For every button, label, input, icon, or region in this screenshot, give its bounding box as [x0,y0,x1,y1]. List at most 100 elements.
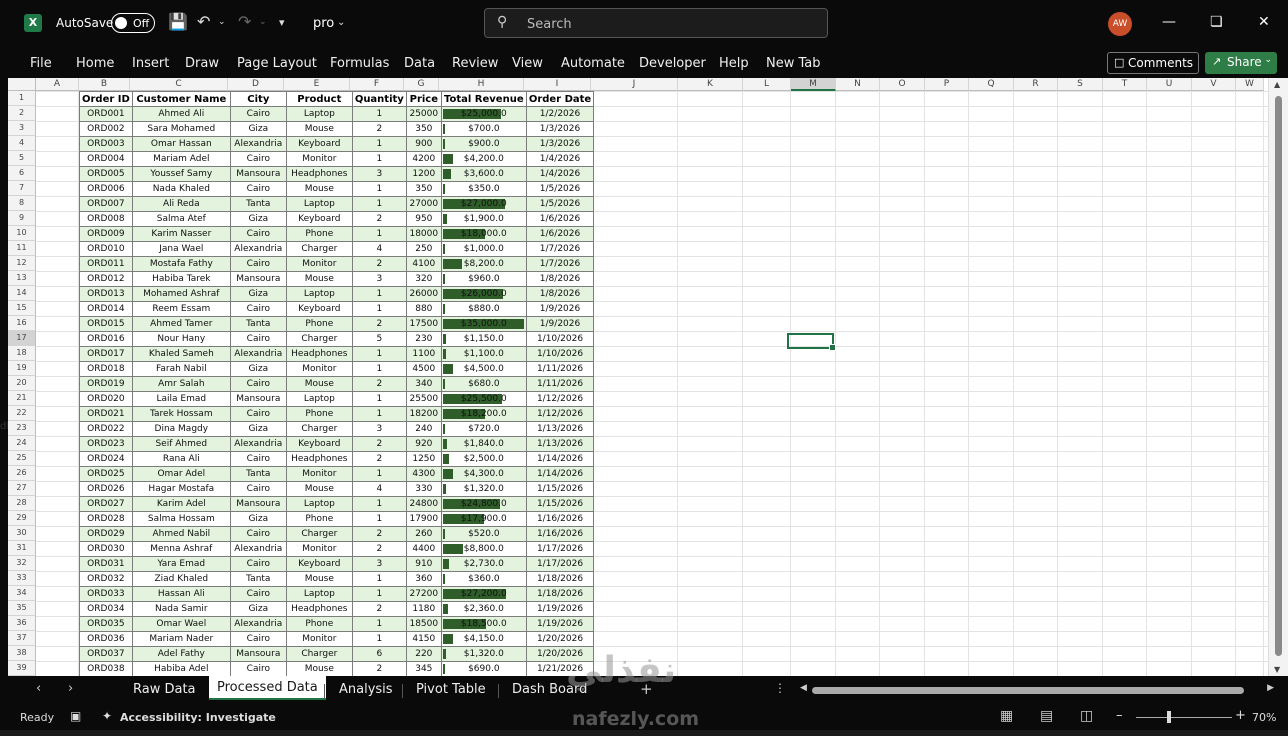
cell-order-id[interactable]: ORD022 [79,421,133,437]
cell-price[interactable]: 330 [405,481,442,497]
active-cell-m17[interactable] [787,333,836,351]
cell-quantity[interactable]: 1 [351,136,407,152]
cell-product[interactable]: Phone [285,226,353,242]
cell-product[interactable]: Charger [285,331,353,347]
cell-product[interactable]: Keyboard [285,436,353,452]
cell-product[interactable]: Laptop [285,106,353,122]
cell-quantity[interactable]: 1 [351,151,407,167]
cell-city[interactable]: Mansoura [229,271,287,287]
cell-quantity[interactable]: 4 [351,481,407,497]
cell-total-revenue[interactable]: $18,000.0 [440,226,527,242]
cell-order-id[interactable]: ORD024 [79,451,133,467]
cell-quantity[interactable]: 2 [351,601,407,617]
cell-city[interactable]: Cairo [229,631,287,647]
cell-city[interactable]: Cairo [229,106,287,122]
cell-order-id[interactable]: ORD005 [79,166,133,182]
header-order-id[interactable]: Order ID [79,91,133,107]
cell-order-date[interactable]: 1/13/2026 [525,421,595,437]
cell-total-revenue[interactable]: $18,500.0 [440,616,527,632]
column-header-e[interactable]: E [284,78,350,91]
row-header[interactable]: 38 [8,646,36,661]
cell-price[interactable]: 1250 [405,451,442,467]
cell-total-revenue[interactable]: $680.0 [440,376,527,392]
tab-pivot-table[interactable]: Pivot Table [416,682,486,697]
scroll-left-icon[interactable]: ◀ [800,683,807,693]
cell-city[interactable]: Cairo [229,151,287,167]
cell-order-id[interactable]: ORD038 [79,661,133,676]
cell-order-date[interactable]: 1/18/2026 [525,586,595,602]
cell-customer-name[interactable]: Karim Adel [131,496,231,512]
cell-customer-name[interactable]: Khaled Sameh [131,346,231,362]
cell-customer-name[interactable]: Omar Adel [131,466,231,482]
cell-city[interactable]: Cairo [229,661,287,676]
cell-price[interactable]: 1180 [405,601,442,617]
header-price[interactable]: Price [405,91,442,107]
zoom-level[interactable]: 70% [1252,711,1276,724]
row-header[interactable]: 39 [8,661,36,676]
cell-product[interactable]: Mouse [285,481,353,497]
row-header[interactable]: 13 [8,271,36,286]
cell-city[interactable]: Cairo [229,376,287,392]
header-customer-name[interactable]: Customer Name [131,91,231,107]
header-quantity[interactable]: Quantity [351,91,407,107]
menu-draw[interactable]: Draw [185,56,219,71]
cell-order-date[interactable]: 1/17/2026 [525,541,595,557]
cell-customer-name[interactable]: Yara Emad [131,556,231,572]
cell-quantity[interactable]: 3 [351,556,407,572]
cell-price[interactable]: 4200 [405,151,442,167]
cell-price[interactable]: 250 [405,241,442,257]
row-header[interactable]: 8 [8,196,36,211]
cell-total-revenue[interactable]: $4,300.0 [440,466,527,482]
zoom-slider[interactable] [1136,717,1232,718]
cell-customer-name[interactable]: Mariam Adel [131,151,231,167]
cell-city[interactable]: Giza [229,511,287,527]
tab-raw-data[interactable]: Raw Data [133,682,196,697]
cell-total-revenue[interactable]: $25,000.0 [440,106,527,122]
cell-order-id[interactable]: ORD027 [79,496,133,512]
cell-order-date[interactable]: 1/11/2026 [525,376,595,392]
cell-product[interactable]: Laptop [285,286,353,302]
row-header[interactable]: 17 [8,331,36,346]
cell-quantity[interactable]: 3 [351,166,407,182]
cell-customer-name[interactable]: Habiba Adel [131,661,231,676]
row-header[interactable]: 16 [8,316,36,331]
cell-city[interactable]: Giza [229,601,287,617]
more-options-icon[interactable]: ⋮ [774,681,786,695]
cell-customer-name[interactable]: Sara Mohamed [131,121,231,137]
cell-order-date[interactable]: 1/10/2026 [525,331,595,347]
cell-product[interactable]: Monitor [285,361,353,377]
share-button[interactable]: ↗ Share ⌄ [1205,52,1277,74]
cell-total-revenue[interactable]: $27,000.0 [440,196,527,212]
cell-order-id[interactable]: ORD036 [79,631,133,647]
cell-price[interactable]: 4300 [405,466,442,482]
cell-price[interactable]: 24800 [405,496,442,512]
cell-price[interactable]: 1200 [405,166,442,182]
cell-city[interactable]: Mansoura [229,496,287,512]
cell-quantity[interactable]: 2 [351,256,407,272]
row-header[interactable]: 4 [8,136,36,151]
cell-order-id[interactable]: ORD003 [79,136,133,152]
cell-city[interactable]: Alexandria [229,346,287,362]
row-header[interactable]: 1 [8,91,36,106]
cell-city[interactable]: Tanta [229,466,287,482]
cell-city[interactable]: Cairo [229,226,287,242]
header-city[interactable]: City [229,91,287,107]
customize-toolbar-icon[interactable]: ▾ [279,16,285,29]
cell-total-revenue[interactable]: $18,200.0 [440,406,527,422]
cell-total-revenue[interactable]: $900.0 [440,136,527,152]
cell-product[interactable]: Monitor [285,466,353,482]
row-header[interactable]: 12 [8,256,36,271]
cell-total-revenue[interactable]: $8,200.0 [440,256,527,272]
cell-price[interactable]: 18000 [405,226,442,242]
cell-order-date[interactable]: 1/20/2026 [525,631,595,647]
column-header-g[interactable]: G [404,78,439,91]
cell-total-revenue[interactable]: $360.0 [440,571,527,587]
cell-quantity[interactable]: 3 [351,271,407,287]
cell-product[interactable]: Phone [285,616,353,632]
row-header[interactable]: 10 [8,226,36,241]
search-input[interactable] [525,13,809,35]
cell-order-date[interactable]: 1/12/2026 [525,391,595,407]
menu-new-tab[interactable]: New Tab [766,56,821,71]
cell-order-date[interactable]: 1/3/2026 [525,121,595,137]
cell-quantity[interactable]: 1 [351,301,407,317]
